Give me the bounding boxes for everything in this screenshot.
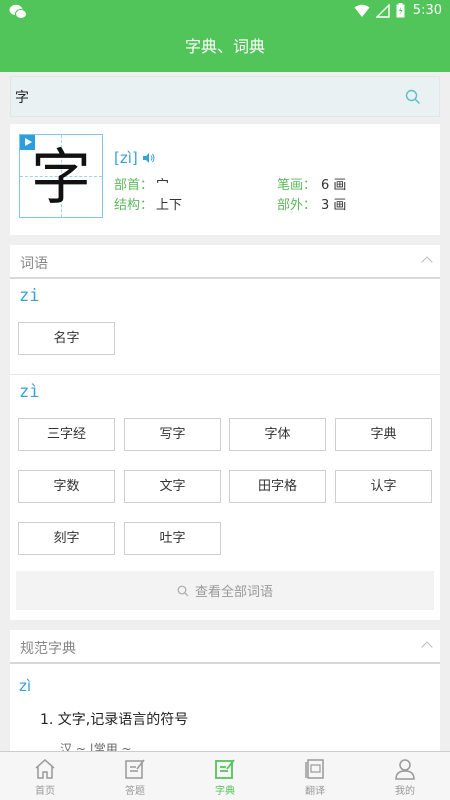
play-stroke-animation-icon[interactable] bbox=[20, 135, 35, 150]
word-button[interactable]: 写字 bbox=[124, 418, 221, 451]
tab-quiz[interactable]: 答题 bbox=[90, 752, 180, 800]
tab-label: 翻译 bbox=[305, 786, 325, 797]
search-icon bbox=[177, 585, 189, 596]
word-button[interactable]: 三字经 bbox=[18, 418, 115, 451]
view-all-words-button[interactable]: 查看全部词语 bbox=[16, 571, 434, 610]
strokes-value: 6 画 bbox=[321, 178, 347, 193]
definition-text: 1. 文字,记录语言的符号 bbox=[40, 712, 189, 728]
app-bar: 字典、词典 bbox=[0, 24, 450, 72]
radical-label: 部首： bbox=[114, 178, 154, 193]
chevron-up-icon[interactable] bbox=[421, 641, 433, 653]
words-section-header[interactable]: 词语 bbox=[10, 245, 440, 279]
words-section: 词语 zi 名字 zì 三字经 写字 字体 字典 字数 文字 田字格 认字 刻字… bbox=[10, 245, 440, 620]
word-button[interactable]: 田字格 bbox=[229, 470, 326, 503]
signal-icon bbox=[375, 3, 390, 18]
character-glyph: 字 bbox=[31, 143, 91, 213]
wechat-icon bbox=[9, 4, 27, 19]
tab-label: 首页 bbox=[35, 786, 55, 797]
divider bbox=[10, 374, 440, 375]
pinyin-group-header: zì bbox=[19, 382, 40, 402]
word-button[interactable]: 吐字 bbox=[124, 522, 221, 555]
pinyin-row: [zì] bbox=[114, 149, 155, 167]
tab-label: 答题 bbox=[125, 786, 145, 797]
outside-strokes-value: 3 画 bbox=[321, 198, 347, 213]
search-icon[interactable] bbox=[405, 89, 421, 105]
chevron-up-icon[interactable] bbox=[421, 256, 433, 268]
battery-icon bbox=[396, 3, 405, 18]
structure-value: 上下 bbox=[156, 198, 183, 213]
page-title: 字典、词典 bbox=[184, 37, 265, 56]
search-bar bbox=[10, 76, 440, 117]
word-button[interactable]: 字典 bbox=[335, 418, 432, 451]
structure-label: 结构： bbox=[114, 198, 154, 213]
edit-icon bbox=[125, 759, 145, 779]
bottom-tab-bar: 首页 答题 字典 翻译 我的 bbox=[0, 751, 450, 800]
dictionary-pinyin: zì bbox=[19, 677, 32, 695]
word-button[interactable]: 字数 bbox=[18, 470, 115, 503]
dictionary-section-header[interactable]: 规范字典 bbox=[10, 630, 440, 664]
word-button[interactable]: 文字 bbox=[124, 470, 221, 503]
character-pinyin: [zì] bbox=[114, 149, 138, 167]
section-title: 规范字典 bbox=[20, 641, 76, 657]
section-title: 词语 bbox=[20, 256, 48, 272]
view-all-label: 查看全部词语 bbox=[194, 585, 273, 600]
tab-translate[interactable]: 翻译 bbox=[270, 752, 360, 800]
pinyin-group-header: zi bbox=[19, 286, 40, 306]
outside-strokes-label: 部外： bbox=[277, 198, 317, 213]
tab-profile[interactable]: 我的 bbox=[360, 752, 450, 800]
tab-dictionary[interactable]: 字典 bbox=[180, 752, 270, 800]
speaker-icon[interactable] bbox=[142, 153, 155, 163]
word-button[interactable]: 名字 bbox=[18, 322, 115, 355]
character-card: 字 [zì] 部首： 宀 笔画： 6 画 结构： 上下 部外： 3 画 bbox=[10, 124, 440, 235]
character-writing-box[interactable]: 字 bbox=[19, 134, 103, 218]
word-button[interactable]: 字体 bbox=[229, 418, 326, 451]
word-button[interactable]: 刻字 bbox=[18, 522, 115, 555]
profile-icon bbox=[395, 759, 415, 780]
strokes-label: 笔画： bbox=[277, 178, 317, 193]
status-bar: 5:30 bbox=[0, 0, 450, 24]
home-icon bbox=[35, 758, 55, 779]
tab-label: 字典 bbox=[215, 786, 235, 797]
tab-label: 我的 bbox=[395, 786, 415, 797]
wifi-icon bbox=[354, 4, 370, 17]
standard-dictionary-section: 规范字典 zì 1. 文字,记录语言的符号 汉 ~ |常用 ~ bbox=[10, 630, 440, 756]
tab-home[interactable]: 首页 bbox=[0, 752, 90, 800]
search-input[interactable] bbox=[15, 85, 395, 109]
radical-value: 宀 bbox=[156, 178, 170, 193]
status-time: 5:30 bbox=[412, 3, 442, 18]
word-button[interactable]: 认字 bbox=[335, 470, 432, 503]
dictionary-icon bbox=[215, 759, 235, 779]
translate-icon bbox=[305, 759, 324, 779]
